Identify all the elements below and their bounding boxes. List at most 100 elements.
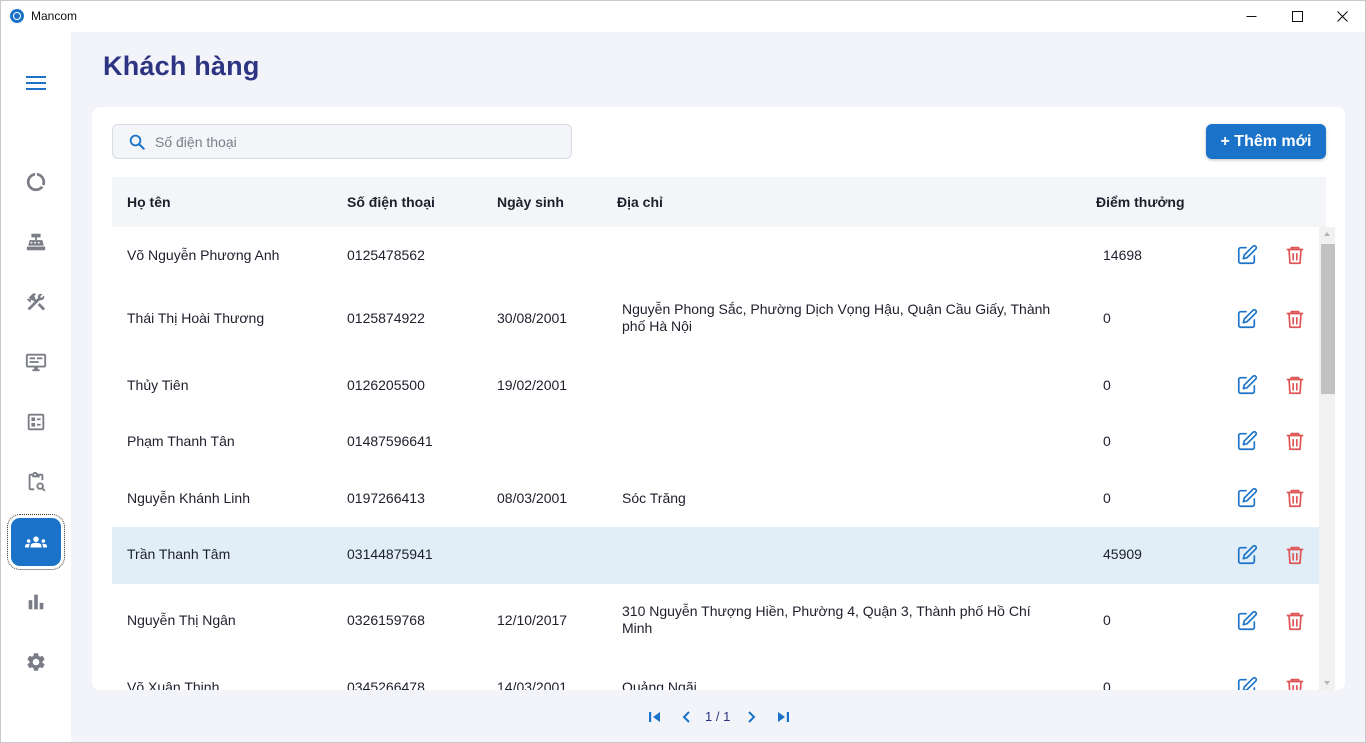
edit-button[interactable] (1236, 610, 1258, 632)
window-title: Mancom (31, 9, 78, 23)
table-row[interactable]: Võ Xuân Thịnh 0345266478 14/03/2001 Quản… (112, 658, 1319, 690)
edit-icon (1237, 676, 1258, 690)
delete-button[interactable] (1284, 487, 1306, 509)
cell-name: Nguyễn Thị Ngân (127, 612, 236, 628)
edit-icon (1237, 308, 1258, 329)
table-row[interactable]: Thái Thị Hoài Thương 0125874922 30/08/20… (112, 283, 1319, 357)
sidebar-item-menu-items[interactable] (1, 394, 71, 450)
edit-button[interactable] (1236, 308, 1258, 330)
scroll-up-button[interactable] (1319, 227, 1335, 243)
table-row[interactable]: Võ Nguyễn Phương Anh 0125478562 14698 (112, 227, 1319, 283)
last-page-button[interactable] (771, 705, 795, 729)
table-header: Họ tên Số điện thoại Ngày sinh Địa chỉ Đ… (112, 177, 1326, 227)
sidebar-item-cashier[interactable] (1, 214, 71, 270)
delete-button[interactable] (1284, 544, 1306, 566)
search-box[interactable] (112, 124, 572, 159)
trash-icon (1286, 489, 1304, 508)
edit-button[interactable] (1236, 676, 1258, 690)
column-header-address[interactable]: Địa chỉ (617, 194, 663, 210)
edit-icon (1237, 544, 1258, 565)
column-header-dob[interactable]: Ngày sinh (497, 194, 564, 210)
cell-name: Võ Nguyễn Phương Anh (127, 247, 280, 263)
edit-icon (1237, 374, 1258, 395)
next-page-button[interactable] (739, 705, 763, 729)
trash-icon (1286, 546, 1304, 565)
table-row[interactable]: Nguyễn Thị Ngân 0326159768 12/10/2017 31… (112, 584, 1319, 658)
scroll-down-button[interactable] (1319, 674, 1335, 690)
maximize-icon (1291, 11, 1303, 22)
cell-name: Thủy Tiên (127, 377, 189, 393)
sidebar-item-tools[interactable] (1, 274, 71, 330)
minimize-button[interactable] (1228, 1, 1274, 32)
table-scrollbar[interactable] (1319, 227, 1335, 690)
sidebar (1, 32, 71, 742)
hamburger-icon (26, 76, 46, 90)
sidebar-item-settings[interactable] (1, 634, 71, 690)
page-indicator: 1 / 1 (705, 709, 731, 724)
pagination: 1 / 1 (641, 705, 801, 729)
delete-button[interactable] (1284, 430, 1306, 452)
edit-button[interactable] (1236, 244, 1258, 266)
cell-dob: 12/10/2017 (497, 612, 568, 628)
trash-icon (1286, 432, 1304, 451)
chevron-right-icon (748, 711, 756, 723)
edit-icon (1237, 487, 1258, 508)
cell-dob: 30/08/2001 (497, 310, 568, 326)
cell-phone: 0197266413 (347, 490, 425, 506)
trash-icon (1286, 246, 1304, 265)
edit-button[interactable] (1236, 544, 1258, 566)
table-row-selected[interactable]: Trần Thanh Tâm 03144875941 45909 (112, 527, 1319, 584)
table-row[interactable]: Thủy Tiên 0126205500 19/02/2001 0 (112, 357, 1319, 413)
arrow-down-icon (1324, 681, 1330, 685)
edit-icon (1237, 430, 1258, 451)
cell-dob: 14/03/2001 (497, 679, 568, 690)
trash-icon (1286, 376, 1304, 395)
sidebar-item-monitor[interactable] (1, 334, 71, 390)
sidebar-item-inventory-check[interactable] (1, 454, 71, 510)
arrow-up-icon (1324, 232, 1330, 236)
delete-button[interactable] (1284, 244, 1306, 266)
table-row[interactable]: Nguyễn Khánh Linh 0197266413 08/03/2001 … (112, 470, 1319, 527)
column-header-name[interactable]: Họ tên (127, 194, 171, 210)
monitor-icon (25, 353, 47, 372)
delete-button[interactable] (1284, 374, 1306, 396)
sidebar-item-dashboard[interactable] (1, 154, 71, 210)
maximize-button[interactable] (1274, 1, 1320, 32)
list-grid-icon (27, 413, 45, 431)
cell-points: 0 (1103, 679, 1111, 690)
edit-button[interactable] (1236, 430, 1258, 452)
cell-points: 14698 (1103, 247, 1142, 263)
app-logo-icon (10, 9, 24, 23)
previous-page-button[interactable] (675, 705, 699, 729)
cell-name: Thái Thị Hoài Thương (127, 310, 265, 326)
sidebar-item-customers[interactable] (1, 514, 71, 570)
cash-register-icon (26, 233, 46, 251)
trash-icon (1286, 612, 1304, 631)
customers-card: + Thêm mới Họ tên Số điện thoại Ngày sin… (92, 107, 1345, 690)
close-button[interactable] (1319, 1, 1365, 32)
edit-button[interactable] (1236, 374, 1258, 396)
column-header-points[interactable]: Điểm thưởng (1096, 194, 1185, 210)
cell-points: 0 (1103, 490, 1111, 506)
chevron-left-icon (682, 711, 690, 723)
cell-points: 0 (1103, 377, 1111, 393)
edit-icon (1237, 610, 1258, 631)
edit-button[interactable] (1236, 487, 1258, 509)
trash-icon (1286, 310, 1304, 329)
add-customer-button[interactable]: + Thêm mới (1206, 124, 1326, 159)
donut-chart-icon (26, 172, 46, 192)
sidebar-item-reports[interactable] (1, 574, 71, 630)
scrollbar-thumb[interactable] (1321, 244, 1335, 394)
hamburger-menu-button[interactable] (24, 73, 48, 93)
first-page-button[interactable] (643, 705, 667, 729)
cell-address: Quảng Ngãi (622, 679, 697, 690)
delete-button[interactable] (1284, 610, 1306, 632)
column-header-phone[interactable]: Số điện thoại (347, 194, 435, 210)
delete-button[interactable] (1284, 308, 1306, 330)
search-input[interactable] (155, 125, 555, 158)
delete-button[interactable] (1284, 676, 1306, 690)
table-row[interactable]: Phạm Thanh Tân 01487596641 0 (112, 413, 1319, 470)
cell-phone: 0125478562 (347, 247, 425, 263)
cell-dob: 08/03/2001 (497, 490, 568, 506)
last-page-icon (778, 712, 789, 722)
